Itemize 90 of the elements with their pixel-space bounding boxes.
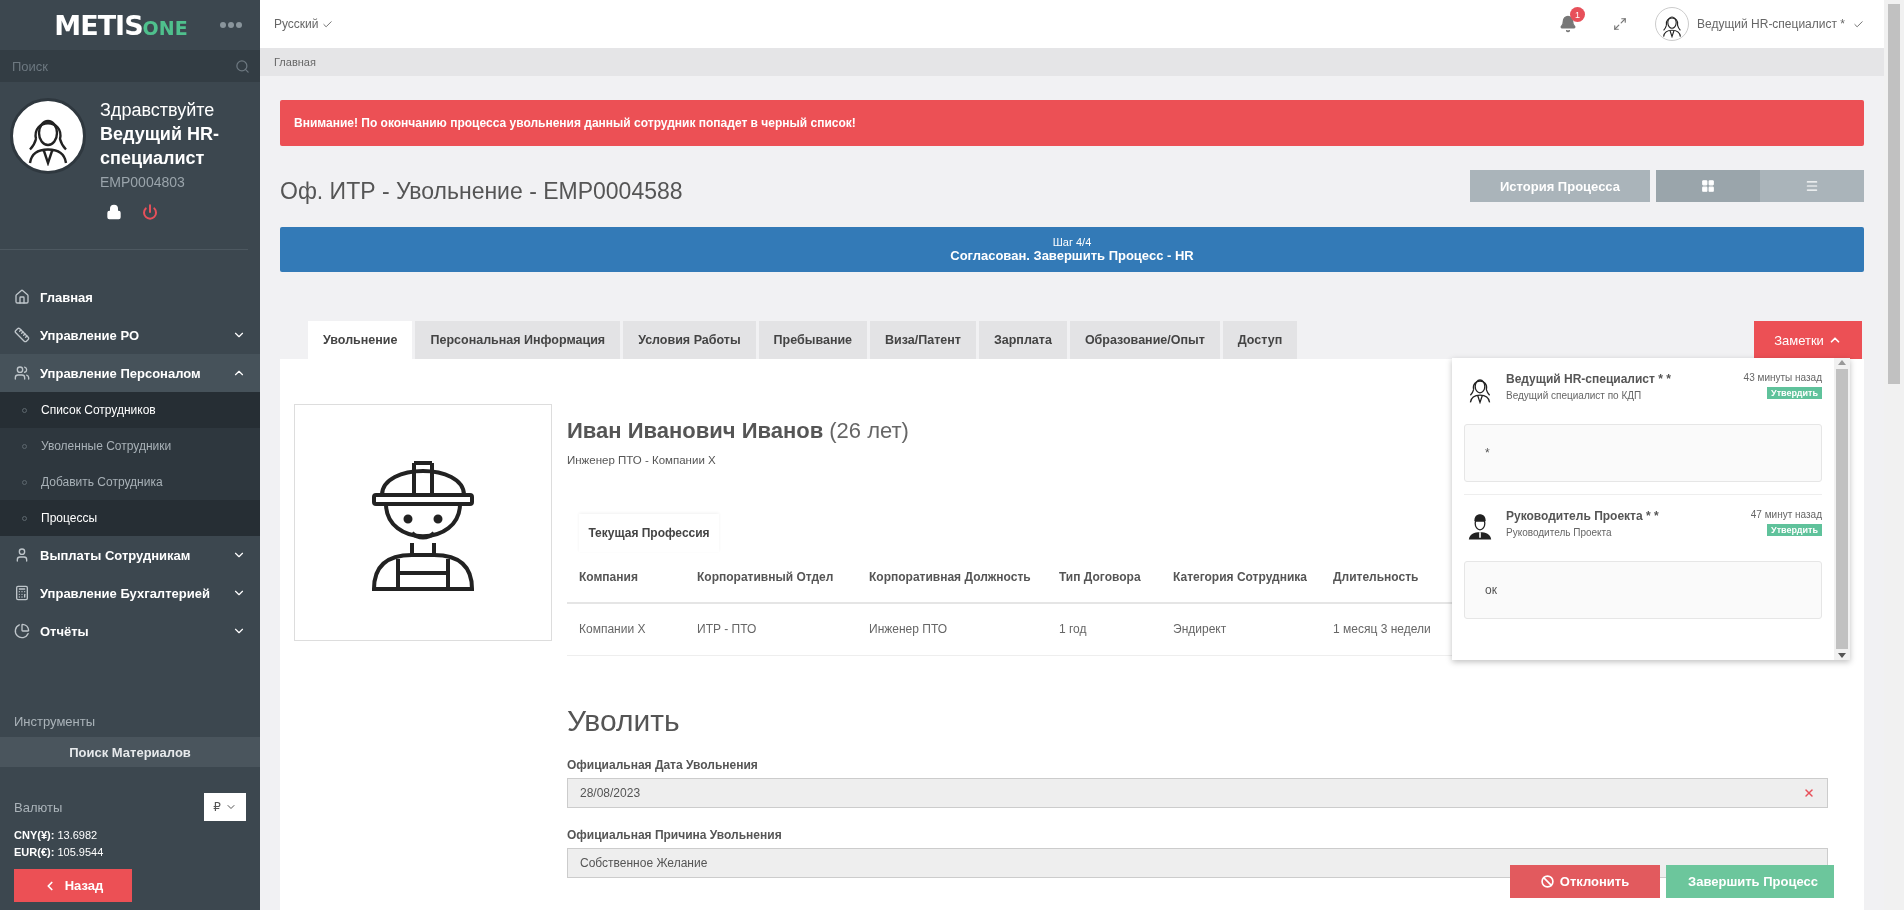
employee-name: Иван Иванович Иванов (26 лет)	[567, 418, 909, 444]
check-icon	[1853, 18, 1864, 30]
tab[interactable]: Виза/Патент	[870, 321, 976, 359]
table-cell: ИТР - ПТО	[685, 604, 857, 656]
column-header: Корпоративный Отдел	[685, 552, 857, 604]
select-field[interactable]: Собственное Желание	[567, 848, 1828, 878]
scrollbar[interactable]	[1834, 358, 1850, 660]
user-name: Ведущий HR-специалист	[100, 123, 220, 170]
tab[interactable]: Персональная Информация	[415, 321, 621, 359]
note-text: *	[1464, 424, 1822, 482]
note-role: Ведущий специалист по КДП	[1506, 390, 1643, 401]
pie-chart-icon	[14, 623, 30, 639]
warning-alert: Внимание! По окончанию процесса увольнения данный сотрудник попадет в черный список!	[280, 100, 1864, 146]
notes-button[interactable]: Заметки	[1754, 321, 1862, 359]
note-author: Руководитель Проекта * *	[1506, 509, 1660, 523]
language-select[interactable]: Русский	[274, 17, 1559, 31]
home-icon	[14, 289, 30, 305]
logo: METISONE	[54, 9, 188, 41]
more-icon[interactable]	[219, 22, 242, 28]
submenu-item[interactable]: Список Сотрудников	[0, 392, 260, 428]
step-title: Согласован. Завершить Процесс - HR	[950, 248, 1194, 263]
menu-item[interactable]: Отчёты	[0, 612, 260, 650]
note-author: Ведущий HR-специалист * *	[1506, 372, 1672, 386]
currency-rate: EUR(€): 105.9544	[13, 845, 105, 860]
clear-icon[interactable]	[1803, 787, 1815, 799]
column-header: Корпоративная Должность	[857, 552, 1047, 604]
ban-icon	[1540, 875, 1554, 888]
currencies-heading: Валюты	[14, 799, 63, 815]
grid-icon	[1701, 179, 1715, 193]
people-icon	[14, 365, 30, 381]
approve-badge: Утвердить	[1767, 387, 1822, 399]
tab[interactable]: Пребывание	[758, 321, 868, 359]
search-field[interactable]: Поиск	[0, 50, 260, 82]
person-icon	[14, 547, 30, 563]
back-button[interactable]: Назад	[14, 869, 132, 902]
note-time: 47 минут назад	[1750, 509, 1822, 520]
currency-select[interactable]: ₽	[204, 793, 246, 821]
menu-item[interactable]: Управление РО	[0, 316, 260, 354]
calculator-icon	[14, 585, 30, 601]
search-input[interactable]: Поиск	[10, 57, 235, 75]
table-cell: Инженер ПТО	[857, 604, 1047, 656]
menu-icon	[1805, 179, 1819, 193]
approve-badge: Утвердить	[1767, 524, 1822, 536]
tab[interactable]: Условия Работы	[623, 321, 756, 359]
table-cell: Эндирект	[1161, 604, 1321, 656]
submenu-item[interactable]: Уволенные Сотрудники	[0, 428, 260, 464]
tools-heading: Инструменты	[14, 714, 96, 729]
submenu-item[interactable]: Процессы	[0, 500, 260, 536]
field-label: Официальная Причина Увольнения	[567, 828, 783, 842]
menu-item[interactable]: Главная	[0, 278, 260, 316]
menu-item[interactable]: Управление Персоналом	[0, 354, 260, 392]
note-text: ок	[1464, 561, 1822, 619]
currency-rate: CNY(¥): 13.6982	[13, 828, 99, 843]
note-role: Руководитель Проекта	[1506, 527, 1613, 538]
page-scrollbar[interactable]	[1884, 0, 1904, 910]
section-title: Уволить	[567, 704, 681, 738]
date-field[interactable]: 28/08/2023	[567, 778, 1828, 808]
step-label: Шаг 4/4	[1052, 236, 1092, 248]
table-cell: Компании X	[567, 604, 685, 656]
menu-item[interactable]: Выплаты Сотрудникам	[0, 536, 260, 574]
column-header: Компания	[567, 552, 685, 604]
material-search-button[interactable]: Поиск Материалов	[0, 737, 260, 767]
menu-item[interactable]: Управление Бухгалтерией	[0, 574, 260, 612]
user-menu[interactable]: Ведущий HR-специалист *	[1655, 7, 1864, 41]
grid-view-button[interactable]	[1656, 170, 1760, 202]
profession-tab[interactable]: Текущая Профессия	[579, 514, 719, 552]
tab[interactable]: Образование/Опыт	[1069, 321, 1220, 359]
greeting-text: Здравствуйте	[100, 99, 216, 122]
reject-button[interactable]: Отклонить	[1510, 865, 1660, 898]
column-header: Тип Договора	[1047, 552, 1161, 604]
lock-icon[interactable]	[106, 204, 122, 220]
ruler-icon	[14, 327, 30, 343]
note-time: 43 минуты назад	[1743, 372, 1822, 383]
check-icon	[321, 18, 333, 30]
search-icon[interactable]	[235, 58, 250, 74]
breadcrumb[interactable]: Главная	[274, 56, 316, 68]
fullscreen-icon[interactable]	[1613, 17, 1627, 31]
tab[interactable]: Доступ	[1222, 321, 1298, 359]
employee-position: Инженер ПТО - Компании X	[567, 454, 716, 466]
table-cell: 1 год	[1047, 604, 1161, 656]
user-id: EMP0004803	[100, 174, 186, 190]
page-title: Оф. ИТР - Увольнение - EMP0004588	[280, 176, 684, 205]
bell-icon[interactable]	[1559, 15, 1577, 33]
tab[interactable]: Зарплата	[978, 321, 1067, 359]
notification-count: 1	[1570, 7, 1585, 22]
tab[interactable]: Увольнение	[308, 321, 413, 359]
submenu-item[interactable]: Добавить Сотрудника	[0, 464, 260, 500]
column-header: Категория Сотрудника	[1161, 552, 1321, 604]
power-icon[interactable]	[142, 204, 158, 220]
field-label: Официальная Дата Увольнения	[567, 758, 759, 772]
